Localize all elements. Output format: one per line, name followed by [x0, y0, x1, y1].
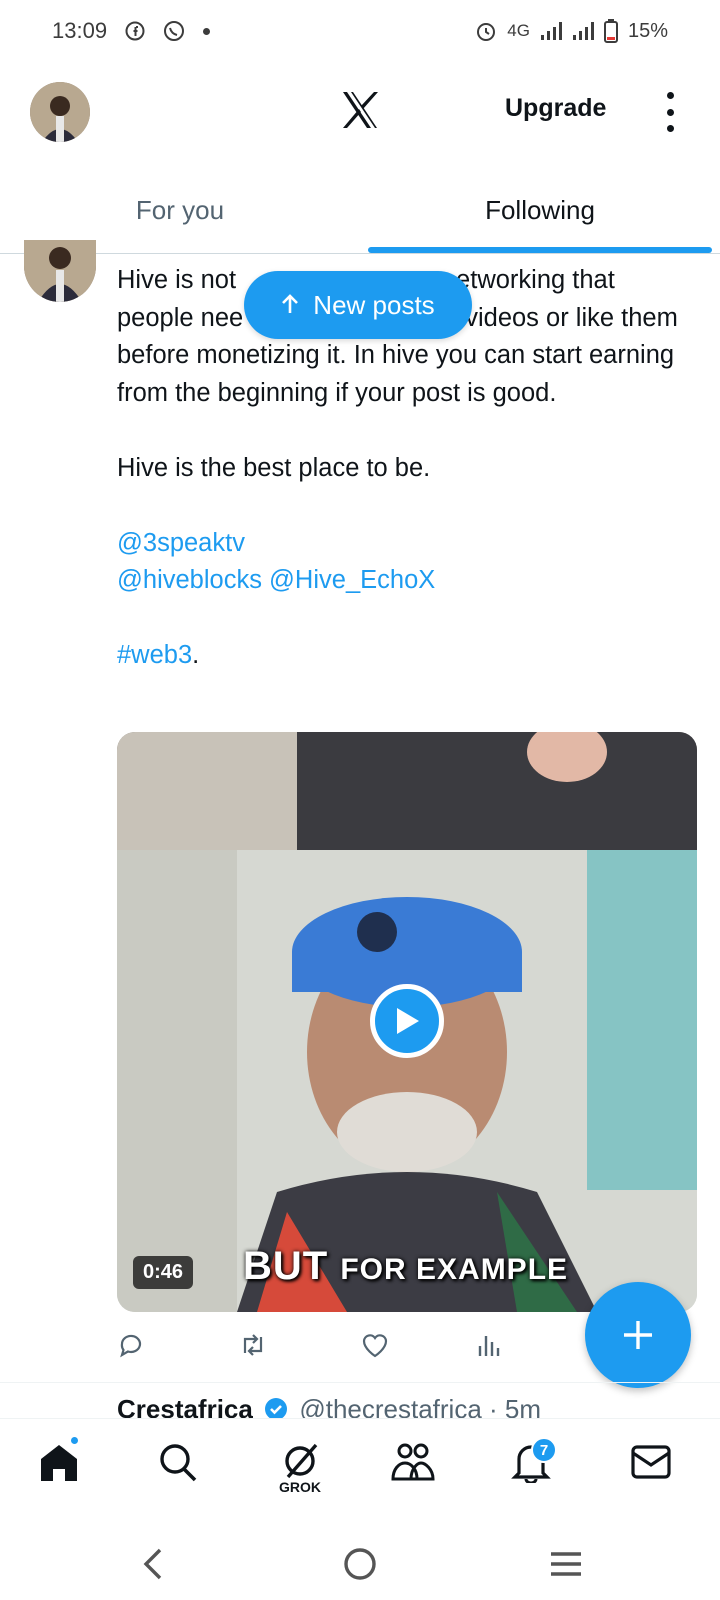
back-icon[interactable] [132, 1544, 172, 1584]
verified-badge-icon [264, 1397, 288, 1418]
home-icon [41, 1445, 77, 1481]
post-divider [0, 1382, 720, 1383]
nav-grok[interactable]: GROK [272, 1441, 328, 1501]
mail-icon [631, 1445, 671, 1479]
compose-post-button[interactable] [585, 1282, 691, 1388]
post-text-line: Hive is not [117, 266, 237, 294]
nav-notifications[interactable]: 7 [503, 1437, 559, 1501]
post-text-line: videos or like them [465, 303, 678, 332]
caption-small: FOR EXAMPLE [340, 1253, 569, 1286]
more-notifications-dot [203, 27, 211, 35]
battery-icon [603, 19, 618, 43]
tab-label: For you [135, 195, 225, 225]
plus-icon [624, 1321, 652, 1349]
caption-big: BUT [243, 1244, 329, 1288]
signal-icon-2 [572, 21, 594, 41]
timeline-tabs: For you Following [0, 168, 720, 254]
active-tab-indicator [368, 247, 712, 253]
new-posts-button[interactable]: New posts [244, 271, 472, 339]
mention-link[interactable]: @3speaktv [117, 529, 245, 557]
signal-icon [540, 21, 562, 41]
author-handle: @thecrestafrica · 5m [299, 1394, 542, 1418]
alarm-icon [475, 20, 497, 42]
repost-icon[interactable] [235, 1327, 271, 1363]
search-icon [160, 1444, 197, 1482]
hashtag-link[interactable]: #web3 [117, 641, 192, 669]
nav-communities[interactable] [385, 1441, 441, 1501]
play-button[interactable] [370, 984, 444, 1058]
author-name: Crestafrica [117, 1394, 253, 1418]
new-posts-label: New posts [313, 289, 435, 320]
post-text-rest: before monetizing it. In hive you can st… [117, 341, 675, 407]
status-bar: 13:09 4G 15% [0, 0, 720, 62]
post-video[interactable]: 0:46 BUT FOR EXAMPLE [117, 732, 697, 1312]
post-text-line: etworking that [456, 266, 615, 294]
x-logo-icon [340, 90, 380, 130]
upgrade-button[interactable]: Upgrade [505, 94, 606, 123]
post-text-line: people nee [117, 303, 244, 332]
clock: 13:09 [52, 18, 108, 43]
grok-icon [285, 1443, 318, 1479]
post-text-paragraph: Hive is the best place to be. [117, 453, 431, 482]
arrow-up-icon [281, 290, 299, 321]
mention-link[interactable]: @hiveblocks [117, 566, 262, 594]
post-author-avatar[interactable] [24, 240, 96, 302]
battery-percent: 15% [627, 19, 668, 42]
video-duration: 0:46 [133, 1256, 194, 1289]
home-unread-dot [69, 1435, 80, 1446]
top-app-bar: Upgrade [0, 62, 720, 168]
nav-home[interactable] [31, 1435, 87, 1501]
more-options-icon[interactable] [662, 92, 678, 132]
nav-search[interactable] [150, 1441, 206, 1501]
tab-label: Following [485, 195, 595, 225]
bottom-navigation: GROK 7 [0, 1418, 720, 1526]
communities-icon [391, 1443, 435, 1481]
network-type: 4G [507, 21, 530, 40]
views-icon[interactable] [471, 1327, 507, 1363]
play-icon [397, 1008, 419, 1034]
nav-messages[interactable] [623, 1441, 679, 1501]
recents-icon[interactable] [546, 1544, 586, 1584]
home-circle-icon[interactable] [340, 1544, 380, 1584]
reply-icon[interactable] [113, 1327, 149, 1363]
system-navigation-bar [0, 1526, 720, 1600]
hashtag-suffix: . [192, 641, 200, 669]
notifications-badge: 7 [531, 1437, 557, 1463]
facebook-icon [125, 21, 145, 41]
mention-link[interactable]: @Hive_EchoX [269, 566, 435, 594]
grok-label: GROK [279, 1479, 321, 1495]
tab-following[interactable]: Following [360, 168, 720, 253]
like-icon[interactable] [357, 1327, 393, 1363]
video-caption: BUT FOR EXAMPLE [243, 1244, 568, 1289]
next-post-header[interactable]: Crestafrica @thecrestafrica · 5m [117, 1394, 717, 1418]
whatsapp-icon [163, 20, 185, 42]
post-actions [117, 1327, 537, 1367]
profile-avatar[interactable] [30, 82, 90, 142]
